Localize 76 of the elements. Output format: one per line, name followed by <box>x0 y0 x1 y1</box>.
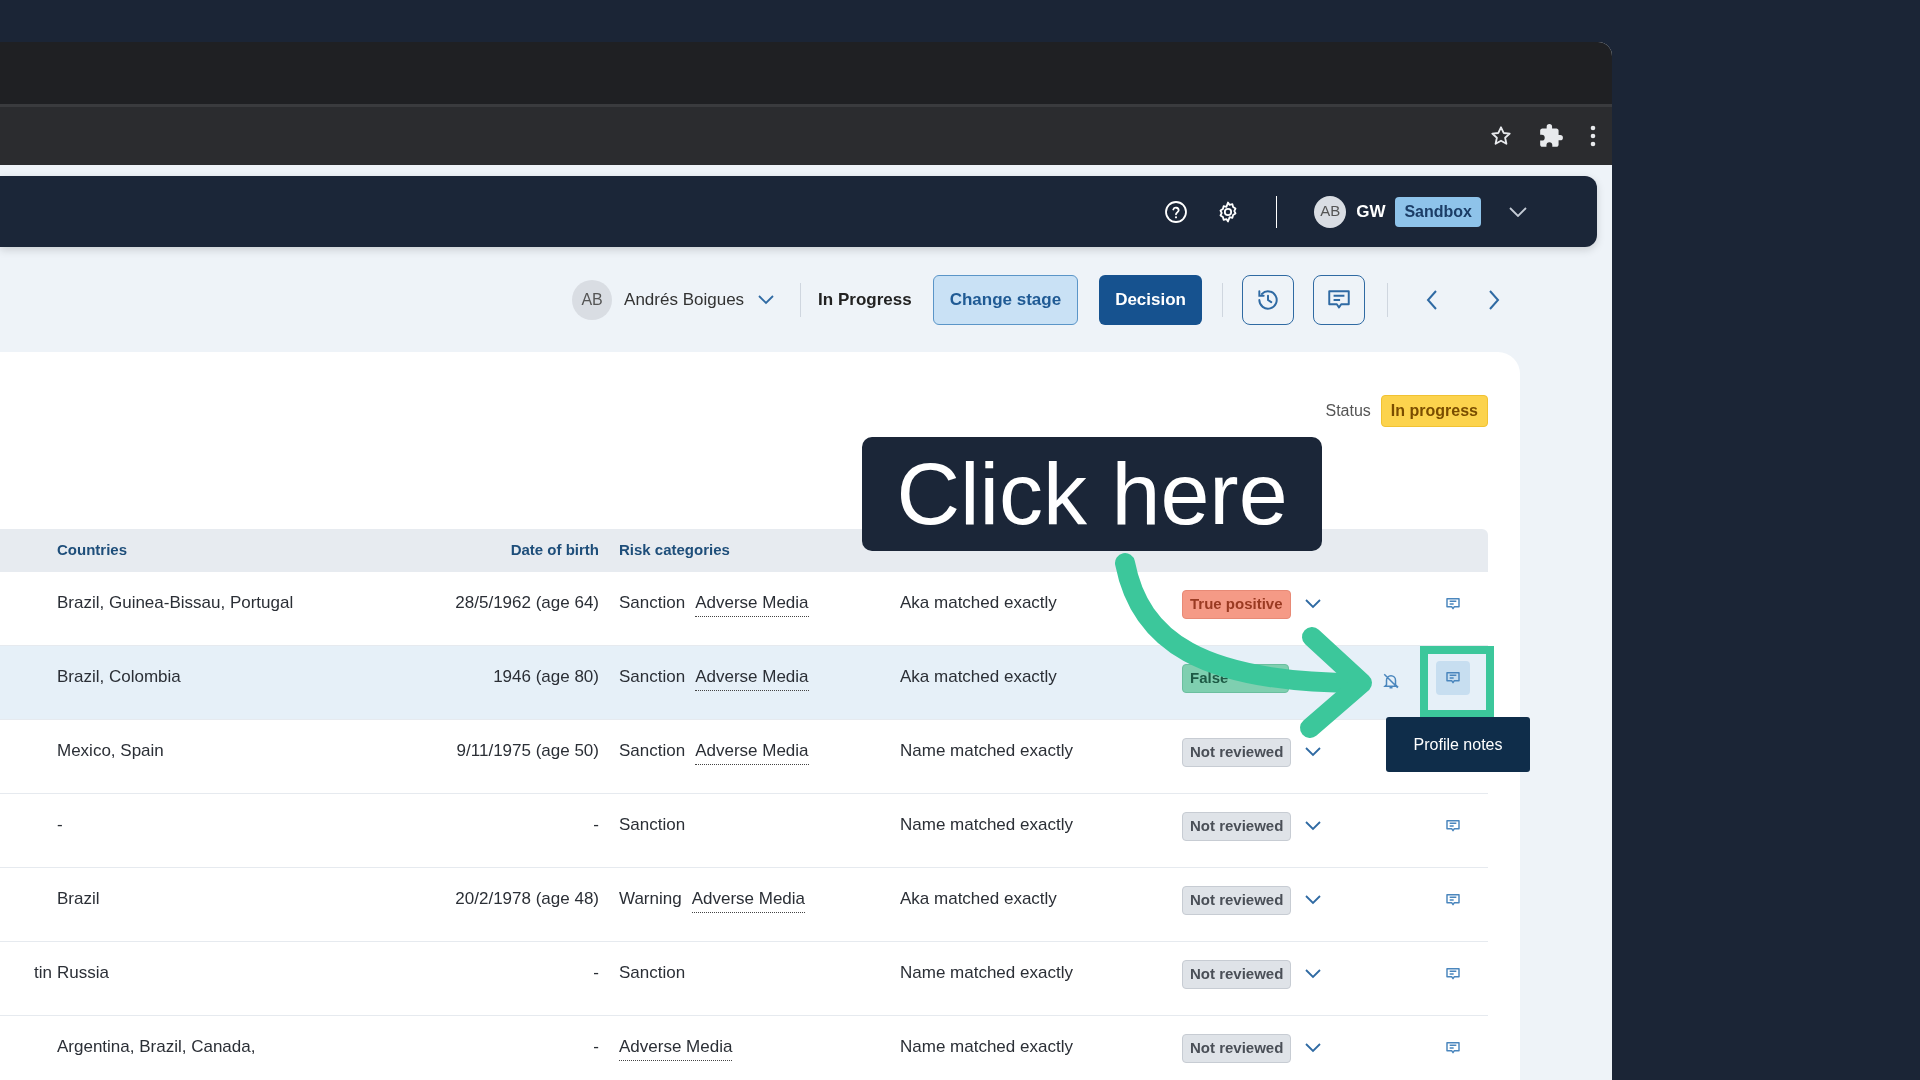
table-cell: Brazil <box>57 889 100 908</box>
table-cell: - <box>593 963 599 982</box>
category-link[interactable]: Adverse Media <box>619 1034 733 1061</box>
status-badge[interactable]: Not reviewed <box>1182 886 1292 915</box>
table-cell: tin <box>34 963 52 982</box>
table-cell: 28/5/1962 (age 64) <box>455 593 599 612</box>
table-cell: - <box>593 1037 599 1056</box>
category-label: Sanction <box>619 962 686 984</box>
assignee-avatar: AB <box>572 279 613 320</box>
table-cell: Aka matched exactly <box>900 667 1057 686</box>
category-label: Sanction <box>619 740 686 762</box>
table-cell: Aka matched exactly <box>900 889 1057 908</box>
table-cell: 9/11/1975 (age 50) <box>456 741 599 760</box>
table-cell: Aka matched exactly <box>900 593 1057 612</box>
column-header[interactable]: Risk categories <box>619 539 730 562</box>
table-cell: Mexico, Spain <box>57 741 164 760</box>
callout-label: Click here <box>862 437 1322 551</box>
chevron-down-icon[interactable] <box>1305 1043 1322 1054</box>
more-icon[interactable] <box>1590 125 1596 147</box>
change-stage-button[interactable]: Change stage <box>932 274 1079 325</box>
category-label: Sanction <box>619 666 686 688</box>
chevron-down-icon[interactable] <box>1305 969 1322 980</box>
table-cell: Brazil, Guinea-Bissau, Portugal <box>57 593 294 612</box>
category-link[interactable]: Adverse Media <box>695 590 809 617</box>
category-link[interactable]: Adverse Media <box>695 664 809 691</box>
table-cell: Name matched exactly <box>900 1037 1073 1056</box>
comment-icon[interactable] <box>1445 892 1461 908</box>
comment-icon[interactable] <box>1445 596 1461 612</box>
table-cell: Name matched exactly <box>900 963 1073 982</box>
status-badge[interactable]: Not reviewed <box>1182 1034 1292 1063</box>
chevron-down-icon[interactable] <box>1305 747 1322 758</box>
stage-label: In Progress <box>818 288 912 311</box>
column-header[interactable]: Date of birth <box>510 541 599 559</box>
table-cell: Russia <box>57 963 109 982</box>
puzzle-icon[interactable] <box>1538 123 1564 149</box>
decision-button[interactable]: Decision <box>1099 274 1202 325</box>
status-badge[interactable]: Not reviewed <box>1182 812 1292 841</box>
status-badge: In progress <box>1380 395 1488 427</box>
chevron-down-icon[interactable] <box>758 294 775 305</box>
table-cell: Name matched exactly <box>900 815 1073 834</box>
history-button[interactable] <box>1242 274 1294 325</box>
chevron-down-icon[interactable] <box>1304 599 1321 610</box>
category-link[interactable]: Adverse Media <box>695 738 809 765</box>
status-label: Status <box>1325 401 1371 421</box>
chevron-down-icon[interactable] <box>1305 895 1322 906</box>
table-cell: 20/2/1978 (age 48) <box>455 889 599 908</box>
table-cell: Brazil, Colombia <box>57 667 181 686</box>
muted-bell-icon[interactable] <box>1382 671 1400 690</box>
star-icon[interactable] <box>1490 125 1512 147</box>
user-avatar[interactable]: AB <box>1314 195 1347 228</box>
table-cell: - <box>593 815 599 834</box>
table-cell: Argentina, Brazil, Canada, <box>57 1037 256 1056</box>
category-label: Sanction <box>619 592 686 614</box>
comment-icon[interactable] <box>1445 818 1461 834</box>
status-badge[interactable]: Not reviewed <box>1182 960 1292 989</box>
user-initials: GW <box>1356 200 1386 223</box>
comment-icon[interactable] <box>1445 966 1461 982</box>
comment-icon[interactable] <box>1445 1040 1461 1056</box>
previous-icon[interactable] <box>1426 289 1438 310</box>
table-cell: 1946 (age 80) <box>493 667 599 686</box>
table-cell: - <box>57 815 63 834</box>
category-link[interactable]: Adverse Media <box>691 886 806 913</box>
column-header[interactable]: Countries <box>57 541 127 559</box>
notes-button[interactable] <box>1436 661 1470 695</box>
comment-icon[interactable] <box>1445 670 1461 686</box>
help-icon[interactable] <box>1164 199 1189 224</box>
chevron-down-icon[interactable] <box>1305 821 1322 832</box>
category-label: Warning <box>619 888 682 910</box>
table-cell: Name matched exactly <box>900 741 1073 760</box>
category-label: Sanction <box>619 814 686 836</box>
assignee-name[interactable]: Andrés Boigues <box>624 286 745 313</box>
comments-button[interactable] <box>1313 274 1365 325</box>
environment-badge: Sandbox <box>1395 196 1481 227</box>
status-badge[interactable]: Not reviewed <box>1182 738 1292 767</box>
next-icon[interactable] <box>1488 289 1500 310</box>
tooltip: Profile notes <box>1386 717 1530 772</box>
